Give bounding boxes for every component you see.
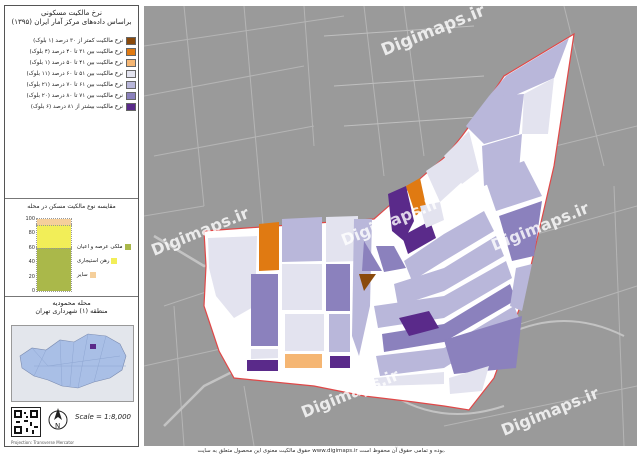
- thematic-map[interactable]: Digimaps.ir Digimaps.ir Digimaps.ir Digi…: [144, 6, 637, 446]
- qr-code: [11, 407, 41, 437]
- map-block[interactable]: [251, 274, 278, 346]
- legend-subtitle: براساس داده‌های مرکز آمار ایران (۱۳۹۵): [11, 18, 132, 26]
- chart-legend-label: ملکی عرصه و اعیان: [77, 244, 123, 250]
- legend-item: نرخ مالکیت بین ۳۱ تا ۴۰ درصد (۴ بلوک): [8, 47, 136, 57]
- chart-legend-label: سایر: [77, 272, 88, 278]
- chart-tick-label: 40: [28, 259, 35, 266]
- map-block[interactable]: [247, 360, 278, 371]
- legend-item: نرخ مالکیت بیشتر از ۸۱ درصد (۶ بلوک): [8, 102, 136, 112]
- map-block[interactable]: [326, 264, 350, 311]
- legend-swatch: [126, 103, 136, 111]
- legend-swatch: [126, 59, 136, 67]
- svg-text:N: N: [55, 422, 60, 430]
- copyright-notice: حقوق مالکیت معنوی این محصول متعلق به سای…: [197, 448, 446, 454]
- legend-item: نرخ مالکیت کمتر از ۳۰ درصد (۱ بلوک): [8, 36, 136, 46]
- chart-legend-item: رهن استیجاری: [77, 258, 118, 264]
- chart-tick-label: 20: [28, 273, 35, 280]
- legend-swatch: [126, 70, 136, 78]
- map-block[interactable]: [330, 356, 350, 368]
- chart-tick-label: 80: [28, 230, 35, 237]
- neighborhood-name: محله محمودیه: [52, 299, 91, 307]
- district-name: منطقه (۱) شهرداری تهران: [35, 307, 108, 315]
- projection-note: Projection: Transverse Mercator: [11, 440, 75, 445]
- map-block[interactable]: [329, 314, 350, 352]
- chart-tick-label: 0: [31, 288, 35, 294]
- chart-bar-segment: [36, 218, 72, 226]
- legend-swatch: [126, 92, 136, 100]
- chart-legend-swatch: [124, 244, 131, 250]
- chart-legend-swatch: [111, 258, 118, 264]
- location-inset-map: [11, 325, 134, 402]
- chart-legend-label: رهن استیجاری: [77, 258, 110, 264]
- legend-swatch: [126, 81, 136, 89]
- map-scale: Scale = 1:8,000: [75, 413, 131, 421]
- map-block[interactable]: [282, 264, 322, 310]
- legend-item: نرخ مالکیت بین ۴۱ تا ۵۰ درصد (۱ بلوک): [8, 58, 136, 68]
- legend-item: نرخ مالکیت بین ۶۱ تا ۷۰ درصد (۲۱ بلوک): [8, 80, 136, 90]
- north-arrow-icon: N: [47, 406, 69, 432]
- watermark: Digimaps.ir: [378, 6, 488, 61]
- legend-swatch: [126, 37, 136, 45]
- chart-bar-segment: [36, 223, 72, 249]
- legend-item: نرخ مالکیت بین ۷۱ تا ۸۰ درصد (۲۰ بلوک): [8, 91, 136, 101]
- map-canvas[interactable]: Digimaps.ir Digimaps.ir Digimaps.ir Digi…: [144, 6, 637, 446]
- tehran-outline: [12, 326, 133, 401]
- map-block[interactable]: [282, 217, 322, 262]
- legend-title: نرخ مالکیت مسکونی: [41, 9, 102, 17]
- chart-legend-item: سایر: [77, 272, 96, 278]
- chart-legend-item: ملکی عرصه و اعیان: [77, 244, 131, 250]
- chart-legend-swatch: [89, 272, 96, 278]
- map-block[interactable]: [251, 349, 278, 359]
- map-block[interactable]: [285, 314, 324, 351]
- chart-bar-segment: [36, 246, 72, 292]
- map-legend-panel: نرخ مالکیت مسکونی براساس داده‌های مرکز آ…: [4, 5, 139, 447]
- chart-tick-label: 100: [25, 216, 35, 222]
- chart-title: مقایسه نوع مالکیت مسکن در محله: [27, 203, 116, 210]
- map-block[interactable]: [259, 222, 279, 271]
- legend-swatch: [126, 48, 136, 56]
- divider: [5, 198, 138, 199]
- location-marker: [90, 344, 96, 349]
- legend-list: نرخ مالکیت کمتر از ۳۰ درصد (۱ بلوک) نرخ …: [8, 36, 136, 113]
- map-block[interactable]: [285, 354, 322, 368]
- chart-tick-label: 60: [28, 244, 35, 251]
- divider: [5, 296, 138, 297]
- area-name: محله محمودیه منطقه (۱) شهرداری تهران: [5, 299, 138, 315]
- legend-item: نرخ مالکیت بین ۵۱ تا ۶۰ درصد (۱۱ بلوک): [8, 69, 136, 79]
